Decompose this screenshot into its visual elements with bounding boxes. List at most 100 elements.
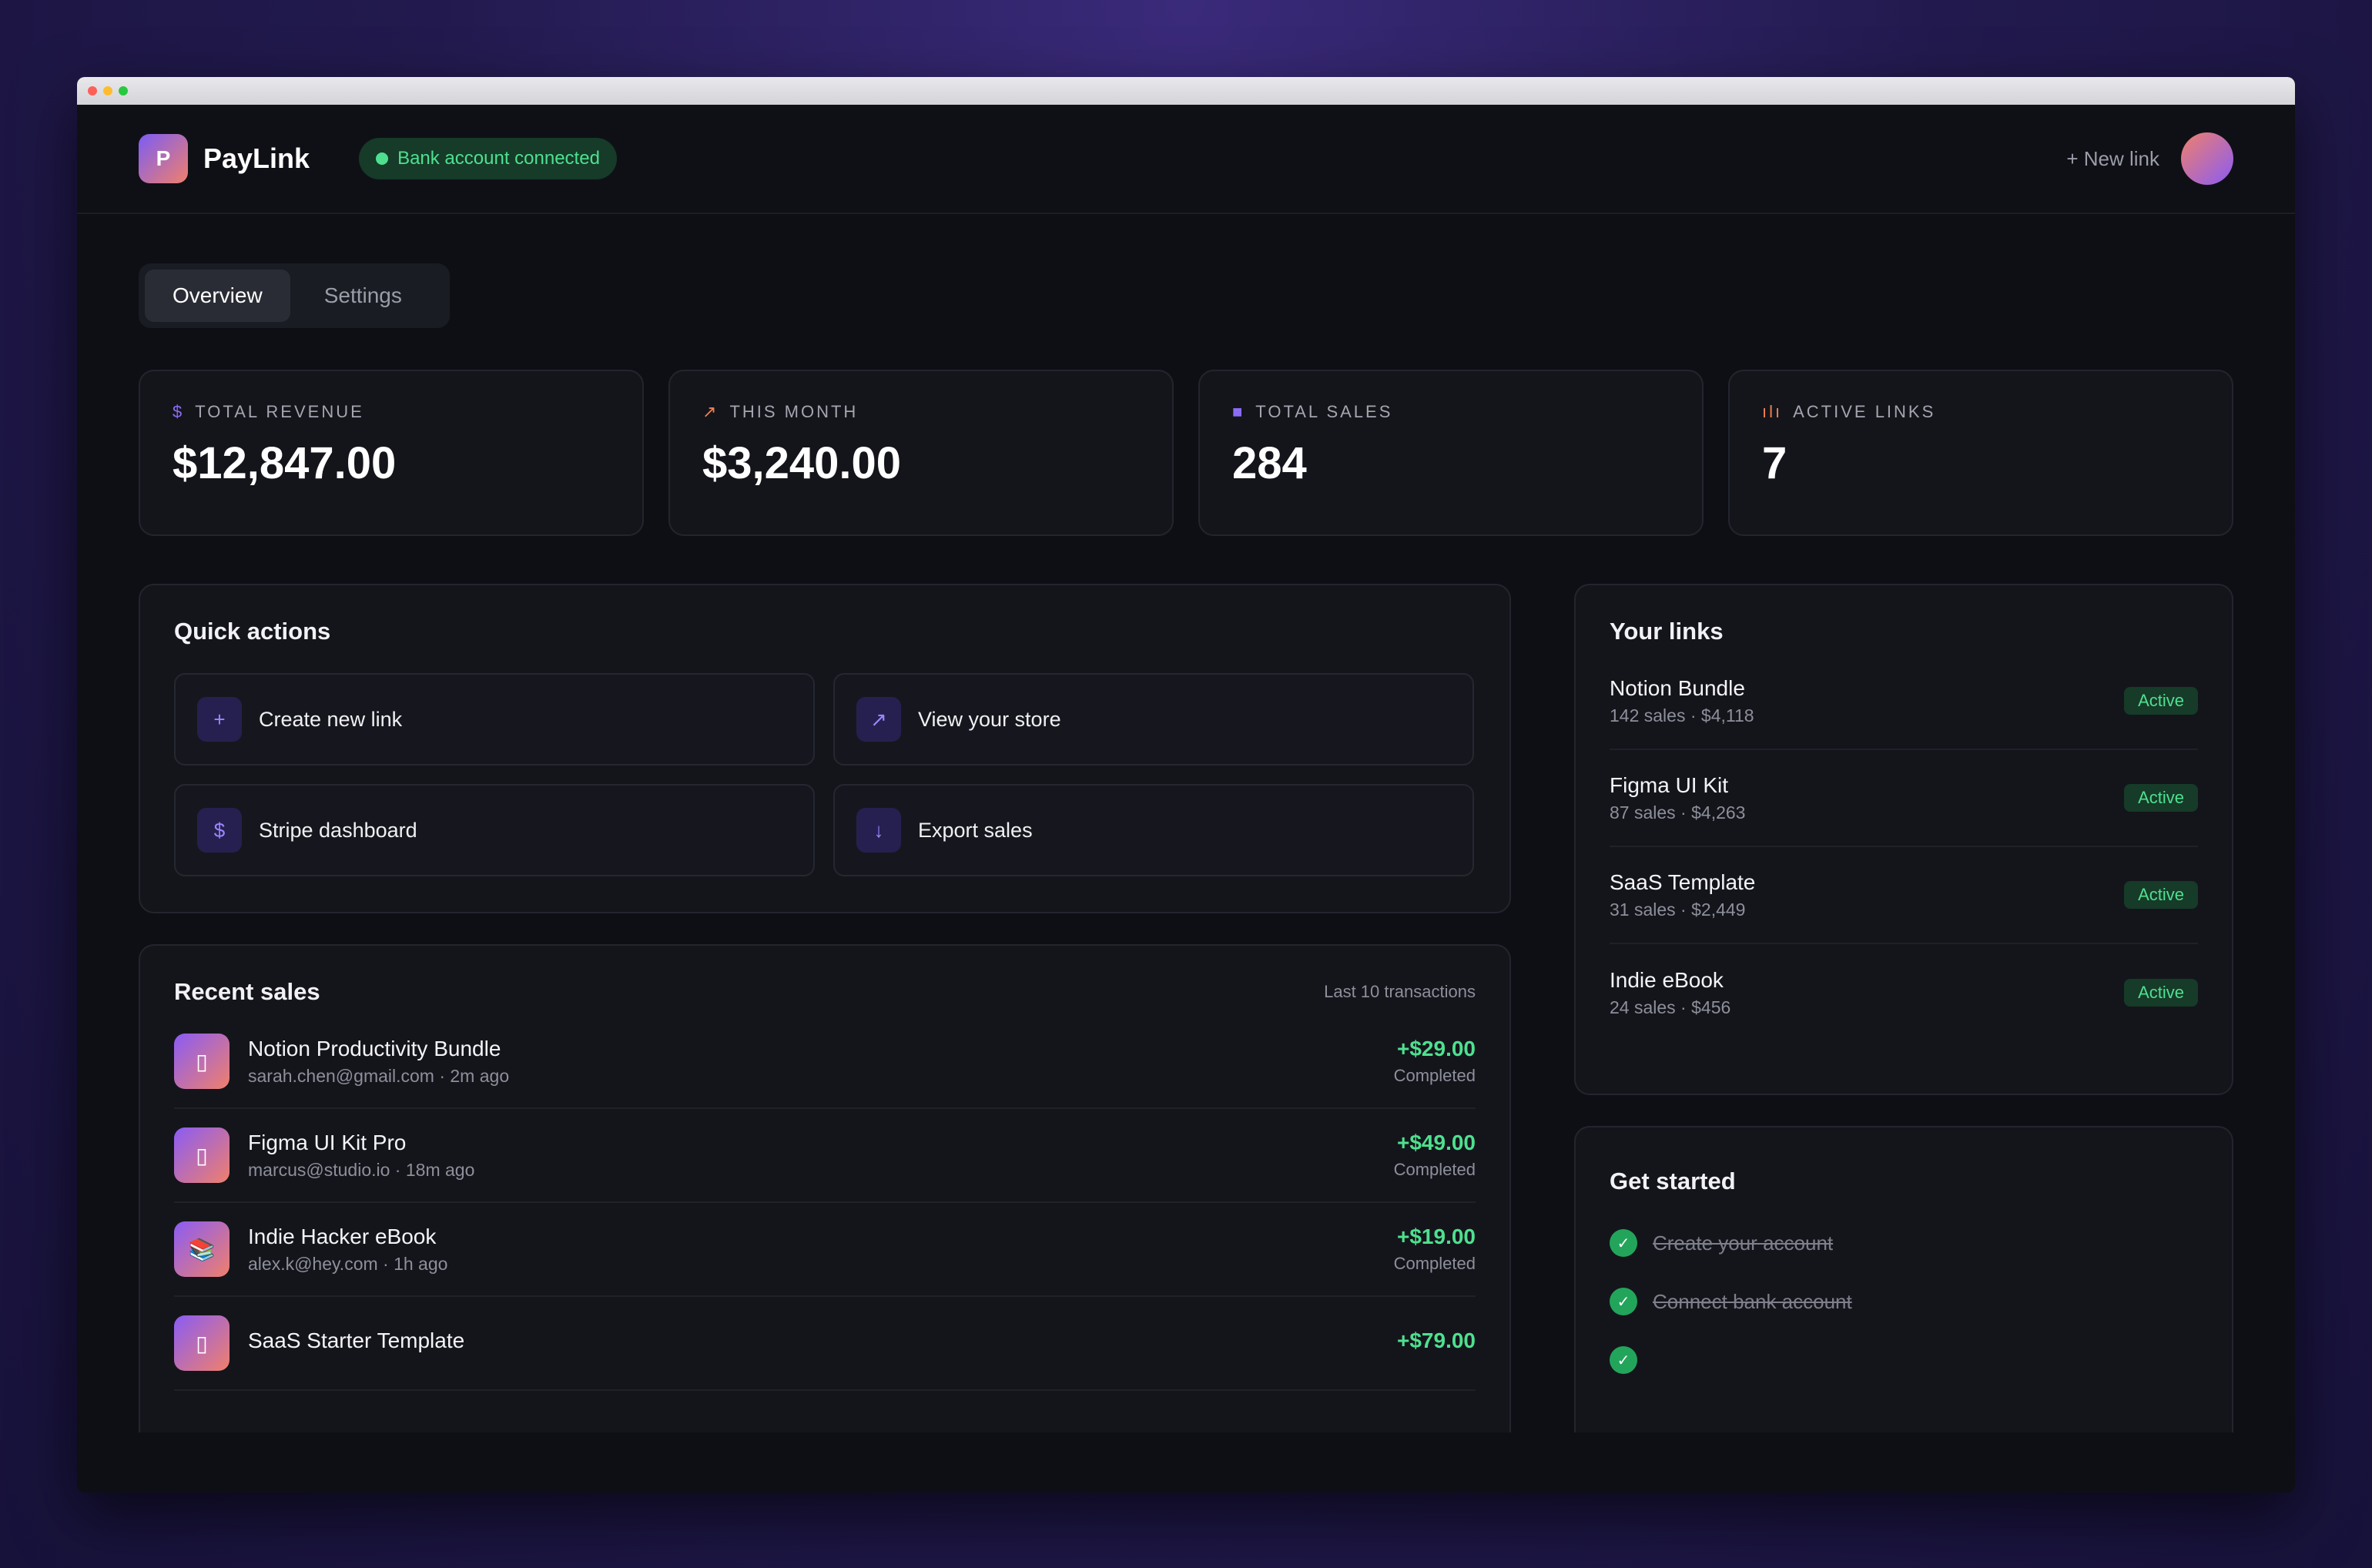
sale-meta: sarah.chen@gmail.com · 2m ago: [248, 1065, 510, 1086]
link-name: Notion Bundle: [1610, 675, 1745, 700]
link-item[interactable]: Notion Bundle 142 sales · $4,118 Active: [1610, 653, 2198, 750]
sale-status: Completed: [1393, 1066, 1476, 1085]
link-item[interactable]: SaaS Template 31 sales · $2,449 Active: [1610, 847, 2198, 944]
quick-action-label: Create new link: [259, 707, 403, 731]
recent-sales-subtitle: Last 10 transactions: [1324, 982, 1476, 1001]
links-list: Notion Bundle 142 sales · $4,118 Active Fig…: [1610, 653, 2198, 1041]
minimize-window-button[interactable]: [103, 86, 112, 95]
sale-amount-block: +$19.00 Completed: [1394, 1225, 1476, 1274]
tab-bar: Overview Settings: [139, 263, 450, 328]
quick-action-label: View your store: [918, 707, 1061, 731]
tab-overview[interactable]: Overview: [145, 270, 290, 322]
sale-row[interactable]: ▯ Figma UI Kit Pro marcus@studio.io · 18m …: [174, 1109, 1476, 1203]
stat-label-text: THIS MONTH: [729, 402, 859, 421]
quick-action-button[interactable]: ↓ Export sales: [833, 784, 1474, 876]
link-meta: 87 sales · $4,263: [1610, 802, 1746, 823]
get-started-list: ✓ Create your account ✓ Connect bank accoun…: [1610, 1229, 2198, 1374]
sale-meta: marcus@studio.io · 18m ago: [248, 1159, 475, 1180]
bank-status-text: Bank account connected: [397, 148, 600, 169]
checklist-item[interactable]: ✓ Create your account: [1610, 1229, 2198, 1257]
sale-info: SaaS Starter Template: [248, 1328, 464, 1358]
recent-sales-title: Recent sales: [174, 978, 320, 1005]
stat-label: ↗ THIS MONTH: [702, 402, 1140, 422]
checklist-item[interactable]: ✓ Connect bank account: [1610, 1288, 2198, 1315]
close-window-button[interactable]: [88, 86, 97, 95]
sale-info: Indie Hacker eBook alex.k@hey.com · 1h ag…: [248, 1225, 447, 1275]
sale-amount: +$19.00: [1397, 1225, 1476, 1248]
link-meta: 31 sales · $2,449: [1610, 899, 1746, 920]
checklist-item[interactable]: ✓: [1610, 1346, 2198, 1374]
link-info: Figma UI Kit 87 sales · $4,263: [1610, 773, 1745, 823]
dollar-icon: $: [173, 402, 185, 421]
quick-action-button[interactable]: + Create new link: [174, 673, 815, 766]
sale-meta: alex.k@hey.com · 1h ago: [248, 1253, 448, 1274]
recent-sales-card: Recent sales Last 10 transactions ▯ Notio…: [139, 944, 1511, 1432]
stat-value: $3,240.00: [702, 438, 902, 488]
stat-label-text: TOTAL REVENUE: [195, 402, 364, 421]
stat-label: ılı ACTIVE LINKS: [1762, 402, 2199, 422]
sale-row[interactable]: 📚 Indie Hacker eBook alex.k@hey.com · 1h a…: [174, 1203, 1476, 1297]
sale-row[interactable]: ▯ SaaS Starter Template +$79.00: [174, 1297, 1476, 1391]
link-info: Notion Bundle 142 sales · $4,118: [1610, 676, 1754, 726]
status-badge: Active: [2124, 979, 2198, 1007]
link-meta: 24 sales · $456: [1610, 997, 1731, 1017]
window-chrome: [77, 77, 2295, 105]
quick-actions-grid: + Create new link ↗ View your store $ Stripe …: [174, 673, 1476, 876]
quick-action-label: Export sales: [918, 818, 1033, 842]
status-badge: Active: [2124, 687, 2198, 715]
sale-amount-block: +$29.00 Completed: [1394, 1037, 1476, 1086]
tab-settings[interactable]: Settings: [296, 270, 430, 322]
link-item[interactable]: Figma UI Kit 87 sales · $4,263 Active: [1610, 750, 2198, 847]
trend-up-icon: ↗: [702, 402, 719, 421]
link-info: SaaS Template 31 sales · $2,449: [1610, 870, 1755, 920]
sale-amount: +$79.00: [1397, 1328, 1476, 1352]
link-name: SaaS Template: [1610, 869, 1756, 894]
stats-row: $ TOTAL REVENUE $12,847.00 ↗ THIS MONTH $3,24…: [139, 370, 2233, 536]
dollar-icon: $: [197, 808, 242, 853]
get-started-card: Get started ✓ Create your account ✓ Connect…: [1574, 1126, 2233, 1432]
link-item[interactable]: Indie eBook 24 sales · $456 Active: [1610, 944, 2198, 1041]
your-links-card: Your links Notion Bundle 142 sales · $4,1…: [1574, 584, 2233, 1095]
app-name[interactable]: PayLink: [203, 142, 310, 175]
stat-card: ■ TOTAL SALES 284: [1198, 370, 1704, 536]
sale-amount-block: +$79.00: [1397, 1328, 1476, 1358]
product-icon: ▯: [174, 1034, 229, 1089]
status-badge: Active: [2124, 784, 2198, 812]
sale-product-name: Notion Productivity Bundle: [248, 1036, 501, 1060]
check-icon: ✓: [1610, 1229, 1637, 1257]
plus-icon: +: [197, 697, 242, 742]
quick-action-button[interactable]: ↗ View your store: [833, 673, 1474, 766]
top-header: P PayLink Bank account connected + New l…: [77, 105, 2295, 214]
stat-value: $12,847.00: [173, 438, 397, 488]
checklist-label: Create your account: [1653, 1231, 1834, 1255]
product-icon: ▯: [174, 1315, 229, 1371]
sales-list: ▯ Notion Productivity Bundle sarah.chen@gm…: [174, 1015, 1476, 1391]
quick-action-label: Stripe dashboard: [259, 818, 417, 842]
get-started-title: Get started: [1610, 1168, 1736, 1194]
sale-product-name: Figma UI Kit Pro: [248, 1130, 407, 1154]
app-logo[interactable]: P: [139, 134, 188, 183]
main-content: Overview Settings $ TOTAL REVENUE $12,847.…: [139, 214, 2233, 1432]
header-actions: + New link: [2066, 132, 2233, 185]
link-name: Indie eBook: [1610, 967, 1724, 992]
stat-card: $ TOTAL REVENUE $12,847.00: [139, 370, 644, 536]
maximize-window-button[interactable]: [119, 86, 128, 95]
sale-product-name: Indie Hacker eBook: [248, 1224, 437, 1248]
stat-card: ↗ THIS MONTH $3,240.00: [668, 370, 1174, 536]
new-link-button[interactable]: + New link: [2066, 147, 2159, 171]
stat-card: ılı ACTIVE LINKS 7: [1728, 370, 2233, 536]
quick-action-button[interactable]: $ Stripe dashboard: [174, 784, 815, 876]
link-info: Indie eBook 24 sales · $456: [1610, 968, 1730, 1018]
status-badge: Active: [2124, 881, 2198, 909]
sale-product-name: SaaS Starter Template: [248, 1328, 465, 1352]
sale-row[interactable]: ▯ Notion Productivity Bundle sarah.chen@gm…: [174, 1015, 1476, 1109]
stat-label-text: TOTAL SALES: [1255, 402, 1393, 421]
link-meta: 142 sales · $4,118: [1610, 705, 1754, 725]
bank-status-badge: Bank account connected: [359, 138, 617, 179]
link-name: Figma UI Kit: [1610, 772, 1729, 797]
bar-chart-icon: ılı: [1762, 402, 1783, 421]
avatar[interactable]: [2181, 132, 2233, 185]
sale-info: Figma UI Kit Pro marcus@studio.io · 18m a…: [248, 1131, 474, 1181]
status-dot-icon: [376, 152, 389, 165]
stat-label: ■ TOTAL SALES: [1232, 402, 1670, 422]
